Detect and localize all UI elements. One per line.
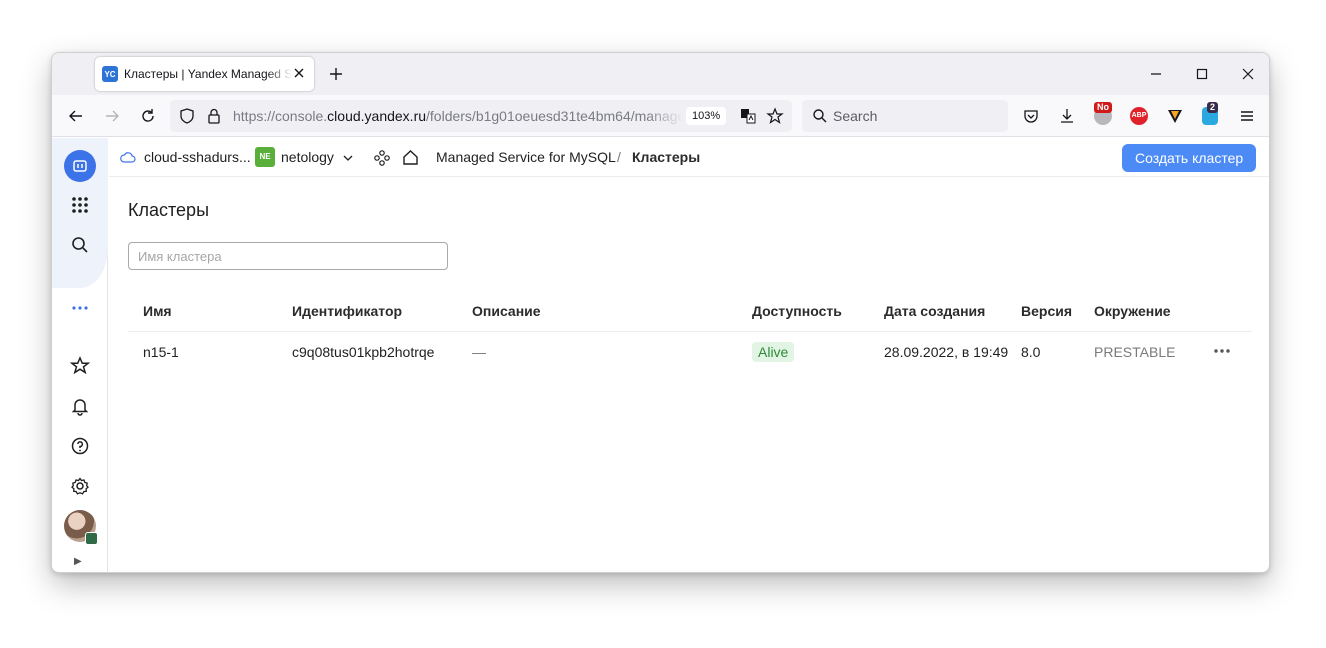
vivaldi-extension-icon[interactable] (1166, 107, 1184, 125)
yandex-cloud-favicon-icon: YC (102, 66, 118, 82)
column-header-id[interactable]: Идентификатор (292, 303, 402, 319)
row-actions-more-icon[interactable] (1213, 345, 1231, 357)
table-header-divider (128, 331, 1252, 332)
address-bar[interactable]: https://console.cloud.yandex.ru/folders/… (170, 100, 792, 132)
adblock-plus-icon[interactable]: ABP (1130, 107, 1148, 125)
status-badge: Alive (752, 342, 795, 362)
navigation-bar: https://console.cloud.yandex.ru/folders/… (52, 95, 1269, 137)
console-sidebar: ▶ (52, 138, 108, 572)
pocket-icon[interactable] (1022, 107, 1040, 125)
column-header-environment[interactable]: Окружение (1094, 303, 1171, 319)
browser-tab[interactable]: YC Кластеры | Yandex Managed Service for… (95, 57, 314, 91)
page-title: Кластеры (128, 200, 209, 220)
forward-icon[interactable] (103, 107, 121, 125)
zoom-level-badge[interactable]: 103% (686, 107, 727, 125)
downloads-icon[interactable] (1058, 107, 1076, 125)
shield-icon[interactable] (178, 107, 196, 125)
folder-badge-icon: NE (255, 147, 275, 167)
more-dots-icon[interactable] (70, 298, 90, 318)
cloud-icon (120, 152, 136, 163)
extension-count-badge: 2 (1207, 102, 1219, 113)
expand-sidebar-icon[interactable]: ▶ (74, 556, 82, 567)
cluster-name-cell[interactable]: n15-1 (143, 344, 179, 360)
yandex-cloud-logo-icon[interactable] (64, 150, 96, 182)
column-header-description[interactable]: Описание (472, 303, 541, 319)
notifications-bell-icon[interactable] (70, 396, 90, 416)
close-tab-icon[interactable] (292, 66, 306, 80)
tab-strip: YC Кластеры | Yandex Managed Service for… (52, 53, 1269, 95)
column-header-version[interactable]: Версия (1021, 303, 1072, 319)
search-placeholder: Search (833, 108, 878, 124)
settings-gear-icon[interactable] (70, 476, 90, 496)
help-icon[interactable] (70, 436, 90, 456)
cluster-description-cell: — (472, 344, 486, 360)
breadcrumb-service[interactable]: Managed Service for MySQL (436, 149, 616, 165)
cluster-id-cell: c9q08tus01kpb2hotrqe (292, 344, 435, 360)
services-grid-icon[interactable] (70, 195, 90, 215)
url-text[interactable]: https://console.cloud.yandex.ru/folders/… (233, 108, 683, 124)
chevron-down-icon[interactable] (342, 153, 354, 163)
favorites-star-icon[interactable] (70, 356, 90, 376)
breadcrumb-separator: / (617, 149, 621, 165)
cluster-version-cell: 8.0 (1021, 344, 1041, 360)
browser-window: YC Кластеры | Yandex Managed Service for… (51, 52, 1270, 573)
reload-icon[interactable] (139, 107, 157, 125)
lock-icon[interactable] (206, 107, 222, 125)
services-icon[interactable] (373, 149, 391, 167)
breadcrumb-current: Кластеры (632, 149, 701, 165)
column-header-status[interactable]: Доступность (752, 303, 842, 319)
cluster-created-cell: 28.09.2022, в 19:49 (884, 344, 1009, 360)
account-badge-icon (85, 532, 98, 545)
bookmark-star-icon[interactable] (766, 107, 784, 125)
minimize-icon[interactable] (1149, 67, 1163, 81)
create-cluster-button[interactable]: Создать кластер (1122, 144, 1257, 172)
tab-title: Кластеры | Yandex Managed Service for My… (124, 67, 292, 81)
back-icon[interactable] (67, 107, 85, 125)
main-content: cloud-sshadurs... NE netology Managed Se… (109, 138, 1269, 572)
cluster-name-filter-input[interactable] (128, 242, 448, 270)
breadcrumb: cloud-sshadurs... NE netology Managed Se… (109, 138, 1269, 177)
breadcrumb-folder[interactable]: netology (281, 149, 334, 165)
breadcrumb-cloud[interactable]: cloud-sshadurs... (144, 149, 251, 165)
close-window-icon[interactable] (1241, 67, 1255, 81)
new-tab-icon[interactable] (328, 66, 344, 82)
cluster-environment-cell: PRESTABLE (1094, 344, 1176, 360)
column-header-created[interactable]: Дата создания (884, 303, 985, 319)
home-icon[interactable] (401, 148, 420, 167)
hamburger-menu-icon[interactable] (1238, 107, 1256, 125)
extension-no-badge: No (1094, 102, 1112, 113)
browser-search-input[interactable]: Search (802, 100, 1008, 132)
search-icon[interactable] (70, 235, 90, 255)
search-icon (813, 109, 827, 123)
maximize-icon[interactable] (1195, 67, 1209, 81)
translate-icon[interactable] (740, 108, 756, 124)
column-header-name[interactable]: Имя (143, 303, 172, 319)
